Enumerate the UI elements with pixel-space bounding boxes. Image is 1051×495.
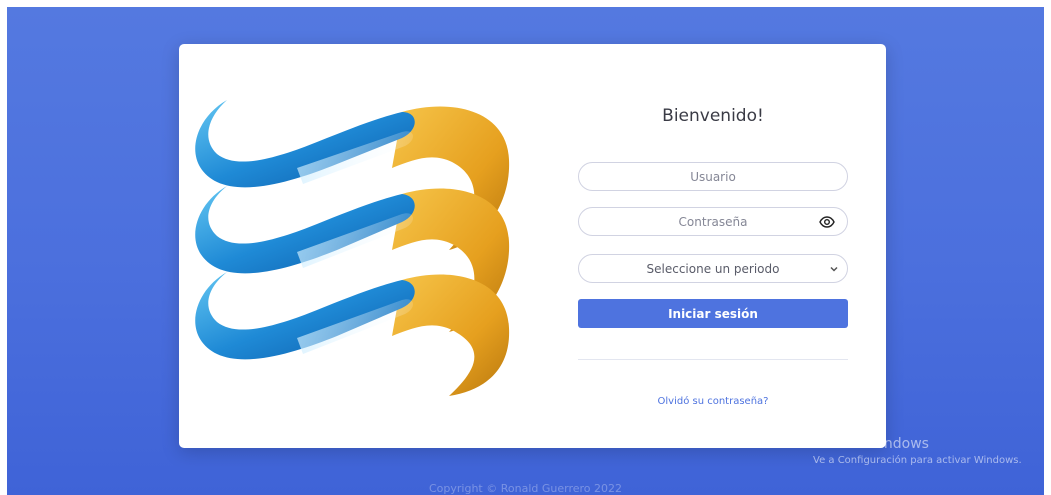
eye-icon[interactable] — [819, 215, 835, 229]
windows-activation-watermark: Activar Windows Ve a Configuración para … — [813, 436, 1022, 466]
chevron-down-icon — [830, 266, 838, 272]
watermark-subtitle: Ve a Configuración para activar Windows. — [813, 455, 1022, 466]
period-select[interactable]: Seleccione un periodo — [578, 254, 848, 283]
password-input[interactable]: Contraseña — [578, 207, 848, 236]
watermark-title: Activar Windows — [813, 436, 929, 452]
divider — [578, 359, 848, 360]
period-select-value: Seleccione un periodo — [646, 261, 780, 276]
username-input[interactable]: Usuario — [578, 162, 848, 191]
brand-logo — [195, 100, 510, 396]
password-placeholder: Contraseña — [678, 214, 748, 229]
login-button[interactable]: Iniciar sesión — [578, 299, 848, 328]
login-card: Bienvenido! Usuario Contraseña Seleccion… — [179, 44, 886, 448]
footer-copyright: Copyright © Ronald Guerrero 2022 — [428, 482, 622, 495]
page-title: Bienvenido! — [662, 106, 764, 126]
page: Bienvenido! Usuario Contraseña Seleccion… — [0, 0, 1051, 495]
username-placeholder: Usuario — [690, 169, 736, 184]
forgot-password-link[interactable]: Olvidó su contraseña? — [578, 396, 848, 407]
